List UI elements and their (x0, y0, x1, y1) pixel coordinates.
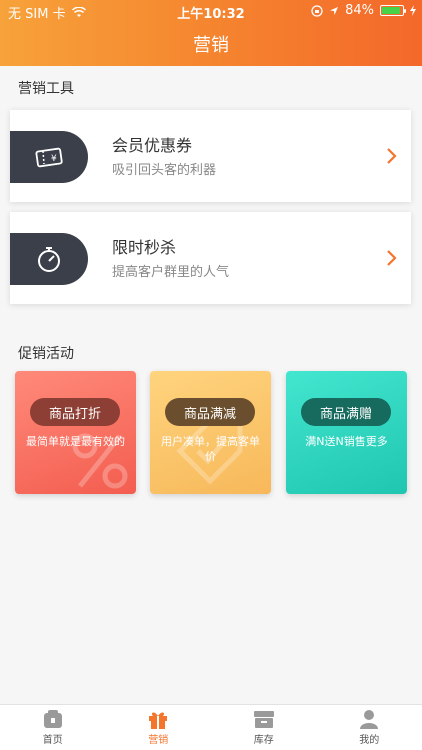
tab-home[interactable]: 首页 (0, 705, 106, 750)
page-title: 营销 (193, 35, 229, 56)
home-icon (43, 710, 62, 728)
flash-sale-card[interactable]: 限时秒杀 提高客户群里的人气 (10, 212, 411, 304)
battery-icon (380, 5, 406, 16)
svg-text:¥: ¥ (51, 154, 57, 164)
flash-sale-name: 限时秒杀 (112, 238, 177, 257)
promo-gift-card[interactable]: 商品满赠 满N送N销售更多 (286, 371, 407, 494)
coupon-desc: 吸引回头客的利器 (112, 163, 217, 178)
tab-bar: 首页 营销 库存 我的 (0, 704, 422, 750)
stopwatch-icon-pill (10, 233, 88, 285)
gift-icon (149, 712, 168, 729)
tab-inventory-label: 库存 (253, 735, 274, 746)
tab-marketing-label: 营销 (148, 735, 169, 746)
tools-section-title: 营销工具 (18, 81, 74, 97)
chevron-right-icon (387, 250, 397, 266)
battery-percent: 84% (345, 3, 374, 18)
location-icon (330, 6, 339, 15)
tab-profile-label: 我的 (359, 735, 380, 746)
promo-discount-label: 商品打折 (30, 398, 120, 426)
flash-sale-desc: 提高客户群里的人气 (112, 265, 230, 280)
promo-discount-card[interactable]: 商品打折 最简单就是最有效的 (15, 371, 136, 494)
coupon-card[interactable]: ¥ 会员优惠券 吸引回头客的利器 (10, 110, 411, 202)
tab-inventory[interactable]: 库存 (211, 705, 317, 750)
promo-gift-label: 商品满赠 (301, 398, 391, 426)
profile-icon (360, 710, 379, 729)
coupon-name: 会员优惠券 (112, 136, 193, 155)
coupon-icon: ¥ (35, 147, 63, 168)
status-bar: 无 SIM 卡 上午10:32 84% (0, 0, 422, 22)
promo-reduction-card[interactable]: 商品满减 用户凑单，提高客单价 (150, 371, 271, 494)
orientation-lock-icon (311, 4, 323, 17)
promo-gift-desc: 满N送N销售更多 (305, 435, 388, 448)
tab-home-label: 首页 (42, 735, 63, 746)
promo-reduction-label: 商品满减 (165, 398, 255, 426)
nav-bar: 营销 (0, 22, 422, 66)
tab-marketing[interactable]: 营销 (106, 705, 212, 750)
charging-icon (410, 5, 416, 16)
coupon-icon-pill: ¥ (10, 131, 88, 183)
stopwatch-icon (38, 247, 60, 272)
promo-section-title: 促销活动 (18, 346, 74, 362)
promo-reduction-desc: 用户凑单，提高客单价 (161, 435, 260, 463)
inventory-icon (253, 711, 274, 728)
tab-profile[interactable]: 我的 (317, 705, 422, 750)
promo-discount-desc: 最简单就是最有效的 (26, 435, 125, 448)
chevron-right-icon (387, 148, 397, 164)
